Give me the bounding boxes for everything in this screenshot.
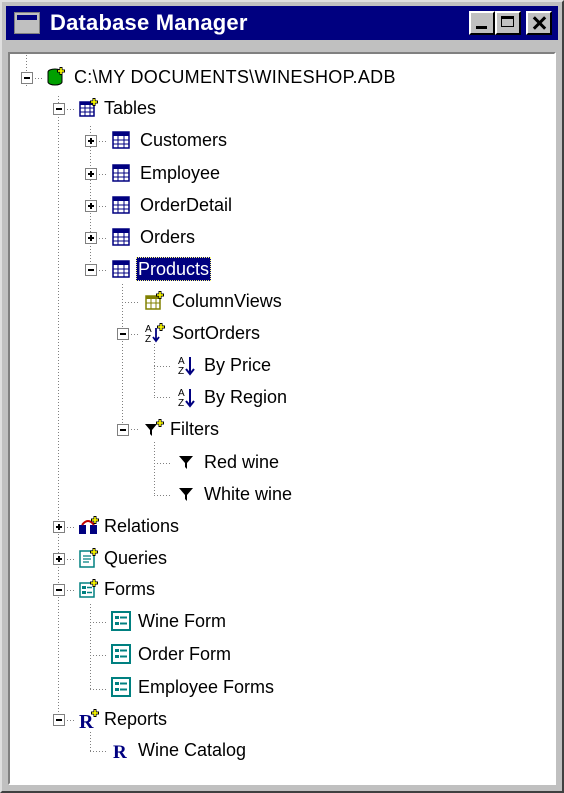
expand-toggle[interactable]: [85, 232, 97, 244]
forms-label: Forms: [104, 579, 155, 599]
title-bar[interactable]: Database Manager: [6, 6, 558, 40]
filter-label: Red wine: [204, 452, 280, 472]
collapse-toggle[interactable]: [53, 584, 65, 596]
form-icon: [111, 677, 131, 697]
svg-text:Z: Z: [145, 334, 151, 344]
expand-toggle[interactable]: [85, 135, 97, 147]
expand-toggle[interactable]: [85, 168, 97, 180]
collapse-toggle[interactable]: [53, 714, 65, 726]
database-tree-view[interactable]: C:\MY DOCUMENTS\WINESHOP.ADB Tables Cust…: [8, 52, 556, 785]
tree-connector-lines: [26, 54, 172, 752]
app-window-icon[interactable]: [14, 12, 40, 34]
svg-text:R: R: [113, 742, 127, 761]
table-icon: [112, 228, 130, 246]
sort-orders-label: SortOrders: [172, 323, 261, 343]
collapse-toggle[interactable]: [85, 264, 97, 276]
reports-folder-icon: R: [79, 709, 99, 730]
collapse-toggle[interactable]: [53, 103, 65, 115]
queries-label: Queries: [104, 548, 168, 568]
expand-toggle[interactable]: [53, 553, 65, 565]
database-path-label: C:\MY DOCUMENTS\WINESHOP.ADB: [74, 67, 396, 87]
table-label: Orders: [140, 227, 196, 247]
relations-label: Relations: [104, 516, 180, 536]
sort-order-label: By Region: [204, 387, 288, 407]
column-views-icon: [145, 291, 164, 310]
table-icon: [112, 164, 130, 182]
collapse-toggle[interactable]: [117, 328, 129, 340]
tables-label: Tables: [104, 98, 157, 118]
sort-az-icon: A Z: [178, 388, 195, 408]
reports-label: Reports: [104, 709, 168, 729]
relations-icon: [79, 516, 99, 534]
table-label: OrderDetail: [140, 195, 233, 215]
table-label: Customers: [140, 130, 228, 150]
filter-label: White wine: [204, 484, 293, 504]
report-label: Wine Catalog: [138, 740, 247, 760]
close-button[interactable]: [526, 11, 552, 35]
table-icon: [112, 260, 130, 278]
maximize-button[interactable]: [495, 11, 521, 35]
table-icon: [112, 131, 130, 149]
form-label: Wine Form: [138, 611, 227, 631]
sort-az-icon: A Z: [178, 356, 195, 376]
window-title: Database Manager: [50, 10, 248, 35]
selected-table-label: Products: [136, 257, 212, 281]
filters-label: Filters: [170, 419, 219, 439]
form-icon: [111, 611, 131, 631]
database-manager-window: Database Manager C:\MY DOCUMENTS\WINESHO…: [0, 0, 564, 793]
sort-orders-icon: A Z: [145, 323, 165, 344]
filters-icon: [145, 419, 164, 436]
expand-toggle[interactable]: [85, 200, 97, 212]
queries-icon: [79, 548, 98, 568]
svg-text:Z: Z: [178, 366, 184, 376]
tables-folder-icon: [79, 98, 98, 117]
column-views-label: ColumnViews: [172, 291, 282, 311]
table-label: Employee: [140, 163, 221, 183]
form-icon: [111, 644, 131, 664]
collapse-toggle[interactable]: [117, 424, 129, 436]
table-icon: [112, 196, 130, 214]
filter-icon: [179, 456, 193, 469]
report-icon: R: [113, 742, 127, 761]
forms-folder-icon: [79, 579, 98, 598]
collapse-toggle[interactable]: [21, 72, 33, 84]
sort-order-label: By Price: [204, 355, 272, 375]
form-label: Order Form: [138, 644, 232, 664]
form-label: Employee Forms: [138, 677, 275, 697]
expand-toggle[interactable]: [53, 521, 65, 533]
filter-icon: [179, 488, 193, 501]
database-icon: [47, 67, 65, 86]
svg-text:Z: Z: [178, 398, 184, 408]
minimize-button[interactable]: [469, 11, 495, 35]
